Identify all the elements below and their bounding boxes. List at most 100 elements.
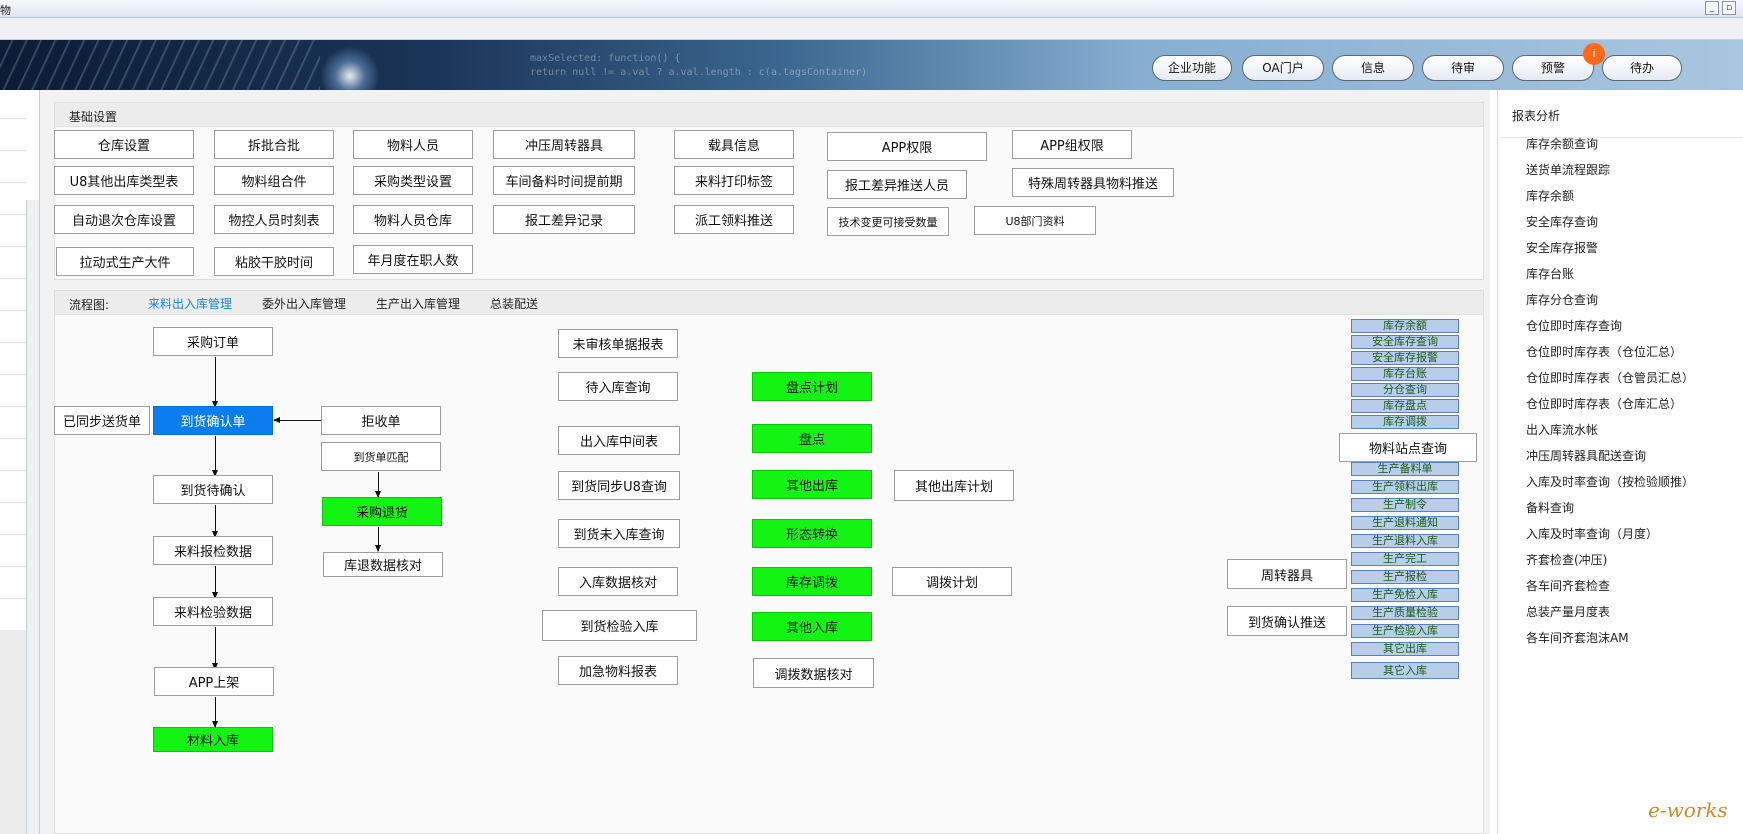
minimize-icon[interactable]: _: [1705, 1, 1719, 15]
report-production-complete[interactable]: 生产完工: [1351, 552, 1459, 566]
report-link[interactable]: 入库及时率查询（按检验顺推）: [1526, 473, 1694, 490]
app-group-permission-button[interactable]: APP组权限: [1012, 130, 1132, 159]
inbound-data-check-node[interactable]: 入库数据核对: [558, 567, 678, 596]
report-production-inspection[interactable]: 生产报检: [1351, 570, 1459, 584]
delivery-match-node[interactable]: 到货单匹配: [321, 442, 441, 471]
report-link[interactable]: 库存台账: [1526, 265, 1574, 282]
tab-outsourcing-inout[interactable]: 委外出入库管理: [262, 295, 346, 312]
report-production-return-inbound[interactable]: 生产退料入库: [1351, 534, 1459, 548]
stock-transfer-node[interactable]: 库存调拨: [752, 567, 872, 596]
nav-oa-portal-button[interactable]: OA门户: [1242, 55, 1324, 81]
purchase-return-node[interactable]: 采购退货: [322, 497, 442, 526]
report-link[interactable]: 库存分仓查询: [1526, 291, 1598, 308]
carrier-info-button[interactable]: 载具信息: [674, 130, 794, 159]
other-inbound-node[interactable]: 其他入库: [752, 612, 872, 641]
report-link[interactable]: 冲压周转器具配送查询: [1526, 447, 1646, 464]
tech-change-qty-button[interactable]: 技术变更可接受数量: [827, 207, 949, 236]
arrival-confirm-push-node[interactable]: 到货确认推送: [1227, 606, 1347, 636]
u8-other-outbound-type-button[interactable]: U8其他出库类型表: [54, 166, 194, 195]
app-shelving-node[interactable]: APP上架: [154, 667, 274, 696]
report-diff-record-button[interactable]: 报工差异记录: [493, 205, 635, 234]
material-assembly-button[interactable]: 物料组合件: [214, 166, 334, 195]
pull-production-large-parts-button[interactable]: 拉动式生产大件: [56, 247, 194, 276]
report-link[interactable]: 安全库存查询: [1526, 213, 1598, 230]
nav-pending-review-button[interactable]: 待审: [1422, 55, 1504, 81]
unapproved-docs-report-node[interactable]: 未审核单据报表: [558, 329, 678, 358]
material-staff-button[interactable]: 物料人员: [353, 130, 473, 159]
report-production-picking[interactable]: 生产领料出库: [1351, 480, 1459, 494]
report-link[interactable]: 入库及时率查询（月度）: [1526, 525, 1658, 542]
return-data-check-node[interactable]: 库退数据核对: [323, 552, 443, 577]
split-merge-batch-button[interactable]: 拆批合批: [214, 130, 334, 159]
form-conversion-node[interactable]: 形态转换: [752, 519, 872, 548]
special-turnover-push-button[interactable]: 特殊周转器具物料推送: [1012, 168, 1174, 197]
report-link[interactable]: 库存余额查询: [1526, 135, 1598, 152]
arrival-inspection-inbound-node[interactable]: 到货检验入库: [542, 610, 697, 641]
report-link[interactable]: 各车间齐套泡沫AM: [1526, 629, 1629, 646]
report-production-exempt-inbound[interactable]: 生产免检入库: [1351, 588, 1459, 602]
pending-inbound-query-node[interactable]: 待入库查询: [558, 372, 678, 401]
material-control-schedule-button[interactable]: 物控人员时刻表: [214, 205, 334, 234]
report-link[interactable]: 出入库流水帐: [1526, 421, 1598, 438]
synced-delivery-note-node[interactable]: 已同步送货单: [54, 406, 150, 435]
auto-return-warehouse-button[interactable]: 自动退次仓库设置: [54, 205, 194, 234]
nav-enterprise-functions-button[interactable]: 企业功能: [1152, 55, 1232, 81]
stocktake-plan-node[interactable]: 盘点计划: [752, 372, 872, 401]
arrival-not-inbound-query-node[interactable]: 到货未入库查询: [558, 519, 680, 548]
nav-todo-button[interactable]: 待办: [1602, 55, 1682, 81]
report-link[interactable]: 仓位即时库存表（仓库汇总）: [1526, 395, 1682, 412]
dispatch-picking-push-button[interactable]: 派工领料推送: [674, 205, 794, 234]
purchase-type-settings-button[interactable]: 采购类型设置: [353, 166, 473, 195]
report-link[interactable]: 各车间齐套检查: [1526, 577, 1610, 594]
other-outbound-plan-node[interactable]: 其他出库计划: [894, 470, 1014, 501]
inout-intermediate-table-node[interactable]: 出入库中间表: [558, 426, 680, 455]
report-safety-stock-alarm[interactable]: 安全库存报警: [1351, 351, 1459, 365]
app-permission-button[interactable]: APP权限: [827, 132, 987, 161]
incoming-label-print-button[interactable]: 来料打印标签: [674, 166, 794, 195]
material-station-query-node[interactable]: 物料站点查询: [1339, 433, 1477, 462]
other-outbound-node[interactable]: 其他出库: [752, 470, 872, 499]
report-link[interactable]: 库存余额: [1526, 187, 1574, 204]
tab-production-inout[interactable]: 生产出入库管理: [376, 295, 460, 312]
report-link[interactable]: 仓位即时库存查询: [1526, 317, 1622, 334]
turnover-tools-node[interactable]: 周转器具: [1227, 559, 1347, 589]
sidebar-splitter[interactable]: [26, 200, 39, 834]
report-production-prep[interactable]: 生产备料单: [1351, 462, 1459, 476]
arrival-pending-node[interactable]: 到货待确认: [153, 475, 273, 504]
u8-department-button[interactable]: U8部门资料: [974, 206, 1096, 235]
rejection-node[interactable]: 拒收单: [321, 406, 441, 435]
report-stocktake[interactable]: 库存盘点: [1351, 399, 1459, 413]
incoming-inspection-data-node[interactable]: 来料检验数据: [153, 597, 273, 626]
restore-icon[interactable]: ▫: [1722, 1, 1736, 15]
report-production-order[interactable]: 生产制令: [1351, 498, 1459, 512]
purchase-order-node[interactable]: 采购订单: [153, 327, 273, 356]
transfer-plan-node[interactable]: 调拨计划: [892, 567, 1012, 596]
report-other-inbound[interactable]: 其它入库: [1351, 662, 1459, 679]
nav-alerts-button[interactable]: 预警: [1512, 55, 1594, 81]
arrival-confirmation-node[interactable]: 到货确认单: [153, 406, 273, 435]
nav-messages-button[interactable]: 信息: [1332, 55, 1414, 81]
report-stock-transfer[interactable]: 库存调拨: [1351, 415, 1459, 429]
material-staff-warehouse-button[interactable]: 物料人员仓库: [353, 205, 473, 234]
report-branch-query[interactable]: 分仓查询: [1351, 383, 1459, 397]
report-stock-ledger[interactable]: 库存台账: [1351, 367, 1459, 381]
report-link[interactable]: 送货单流程跟踪: [1526, 161, 1610, 178]
report-link[interactable]: 安全库存报警: [1526, 239, 1598, 256]
report-link[interactable]: 齐套检查(冲压): [1526, 551, 1607, 568]
workshop-lead-time-button[interactable]: 车间备料时间提前期: [493, 166, 635, 195]
report-link[interactable]: 仓位即时库存表（仓位汇总）: [1526, 343, 1682, 360]
report-other-outbound[interactable]: 其它出库: [1351, 642, 1459, 656]
transfer-data-check-node[interactable]: 调拨数据核对: [753, 658, 874, 688]
incoming-inspection-report-node[interactable]: 来料报检数据: [153, 536, 273, 565]
report-production-return-notice[interactable]: 生产退料通知: [1351, 516, 1459, 530]
stocktake-node[interactable]: 盘点: [752, 424, 872, 453]
report-stock-balance[interactable]: 库存余额: [1351, 319, 1459, 333]
report-production-inspection-inbound[interactable]: 生产检验入库: [1351, 624, 1459, 638]
report-link[interactable]: 仓位即时库存表（仓管员汇总）: [1526, 369, 1694, 386]
arrival-sync-u8-query-node[interactable]: 到货同步U8查询: [558, 471, 680, 500]
tab-final-assembly-delivery[interactable]: 总装配送: [490, 295, 538, 312]
report-link[interactable]: 备料查询: [1526, 499, 1574, 516]
report-link[interactable]: 总装产量月度表: [1526, 603, 1610, 620]
stamping-turnover-tools-button[interactable]: 冲压周转器具: [493, 130, 635, 159]
report-safety-stock-query[interactable]: 安全库存查询: [1351, 335, 1459, 349]
